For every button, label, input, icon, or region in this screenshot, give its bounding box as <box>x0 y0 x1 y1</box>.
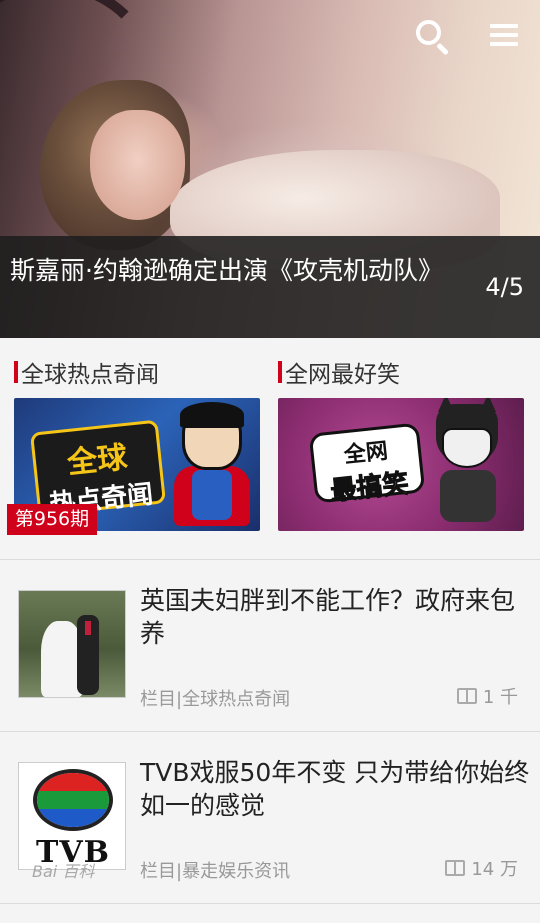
news-column-label: 栏目|全球热点奇闻 <box>140 689 291 710</box>
news-list-item[interactable]: 英国夫妇胖到不能工作？政府来包养 栏目|全球热点奇闻 1 千 <box>0 560 540 732</box>
watermark: Bai 百科 <box>32 862 95 881</box>
list-bottom-strip <box>0 904 540 923</box>
category-accent-bar <box>278 361 282 383</box>
hero-slide-counter: 4/5 <box>485 273 524 301</box>
news-column-label: 栏目|暴走娱乐资讯 <box>140 861 291 882</box>
menu-icon[interactable] <box>488 16 528 56</box>
thumbnail-logo: 全网 最搞笑 <box>308 422 426 507</box>
category-card-funniest[interactable]: 全网最好笑 全网 最搞笑 <box>278 356 524 531</box>
category-thumbnail[interactable]: 全网 最搞笑 <box>278 398 524 531</box>
news-read-count: 1 千 <box>456 683 518 709</box>
superhero-cartoon-illustration <box>174 402 250 526</box>
news-title: TVB戏服50年不变 只为带给你始终如一的感觉 <box>140 758 530 820</box>
category-accent-bar <box>14 361 18 383</box>
batman-cartoon-illustration <box>428 398 508 528</box>
issue-badge: 第956期 <box>7 504 97 535</box>
hero-title[interactable]: 斯嘉丽·约翰逊确定出演《攻壳机动队》 <box>10 254 443 287</box>
hero-image-face <box>90 110 185 220</box>
book-icon <box>456 688 477 704</box>
search-icon[interactable] <box>412 16 452 56</box>
category-section: 全球热点奇闻 全球 热点奇闻 第956期 全网最好笑 全网 最搞笑 <box>0 338 540 560</box>
book-icon <box>445 860 466 876</box>
thumbnail-logo: 全球 热点奇闻 <box>29 419 167 520</box>
category-title: 全网最好笑 <box>285 362 400 388</box>
news-thumbnail: TVB <box>18 762 126 870</box>
hero-caption-bar <box>0 236 540 338</box>
news-title: 英国夫妇胖到不能工作？政府来包养 <box>140 586 516 648</box>
category-title: 全球热点奇闻 <box>21 362 159 388</box>
tvb-logo-ring <box>33 769 113 831</box>
news-thumbnail <box>18 590 126 698</box>
news-read-count: 14 万 <box>445 855 518 881</box>
